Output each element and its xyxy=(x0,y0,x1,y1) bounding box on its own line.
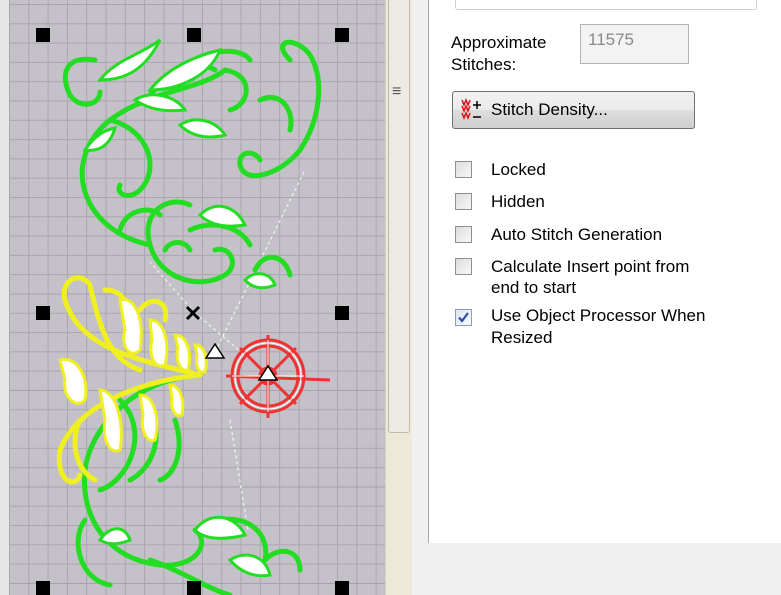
splitter-grip-icon[interactable]: ≡ xyxy=(392,84,401,100)
top-field-partial[interactable] xyxy=(455,0,757,10)
center-x-marker[interactable] xyxy=(185,305,201,321)
splitter-bar[interactable] xyxy=(388,0,410,433)
stitch-density-icon xyxy=(461,96,487,124)
hidden-label: Hidden xyxy=(491,192,545,211)
panel-footer-area xyxy=(428,543,781,595)
calculate-insert-point-checkbox[interactable] xyxy=(455,258,472,275)
selection-handle xyxy=(36,306,50,320)
selection-handle xyxy=(187,28,201,42)
calculate-insert-point-label: Calculate Insert point from end to start xyxy=(491,257,690,297)
approx-stitches-label: Approximate Stitches: xyxy=(451,33,547,74)
approx-stitches-field[interactable]: 11575 xyxy=(580,24,689,64)
triangle-marker-start[interactable] xyxy=(204,342,226,359)
embroidery-design[interactable] xyxy=(0,0,385,595)
selection-handle xyxy=(36,581,50,595)
auto-stitch-generation-label: Auto Stitch Generation xyxy=(491,225,663,244)
selection-handle xyxy=(335,28,349,42)
checkmark-icon xyxy=(458,312,469,323)
locked-checkbox[interactable] xyxy=(455,161,472,178)
selection-handle xyxy=(187,581,201,595)
selection-handle xyxy=(335,306,349,320)
stitch-density-label: Stitch Density... xyxy=(491,100,608,119)
use-object-processor-label: Use Object Processor When Resized xyxy=(491,306,706,347)
hidden-checkbox[interactable] xyxy=(455,193,472,210)
stitch-density-button[interactable]: Stitch Density... xyxy=(452,91,695,129)
auto-stitch-generation-checkbox[interactable] xyxy=(455,226,472,243)
selection-handle xyxy=(36,28,50,42)
locked-label: Locked xyxy=(491,160,546,179)
use-object-processor-checkbox[interactable] xyxy=(455,309,472,326)
green-leaves-bottom xyxy=(97,515,272,578)
design-canvas[interactable] xyxy=(0,0,385,595)
green-leaves-top xyxy=(82,38,277,290)
selection-handle xyxy=(335,581,349,595)
